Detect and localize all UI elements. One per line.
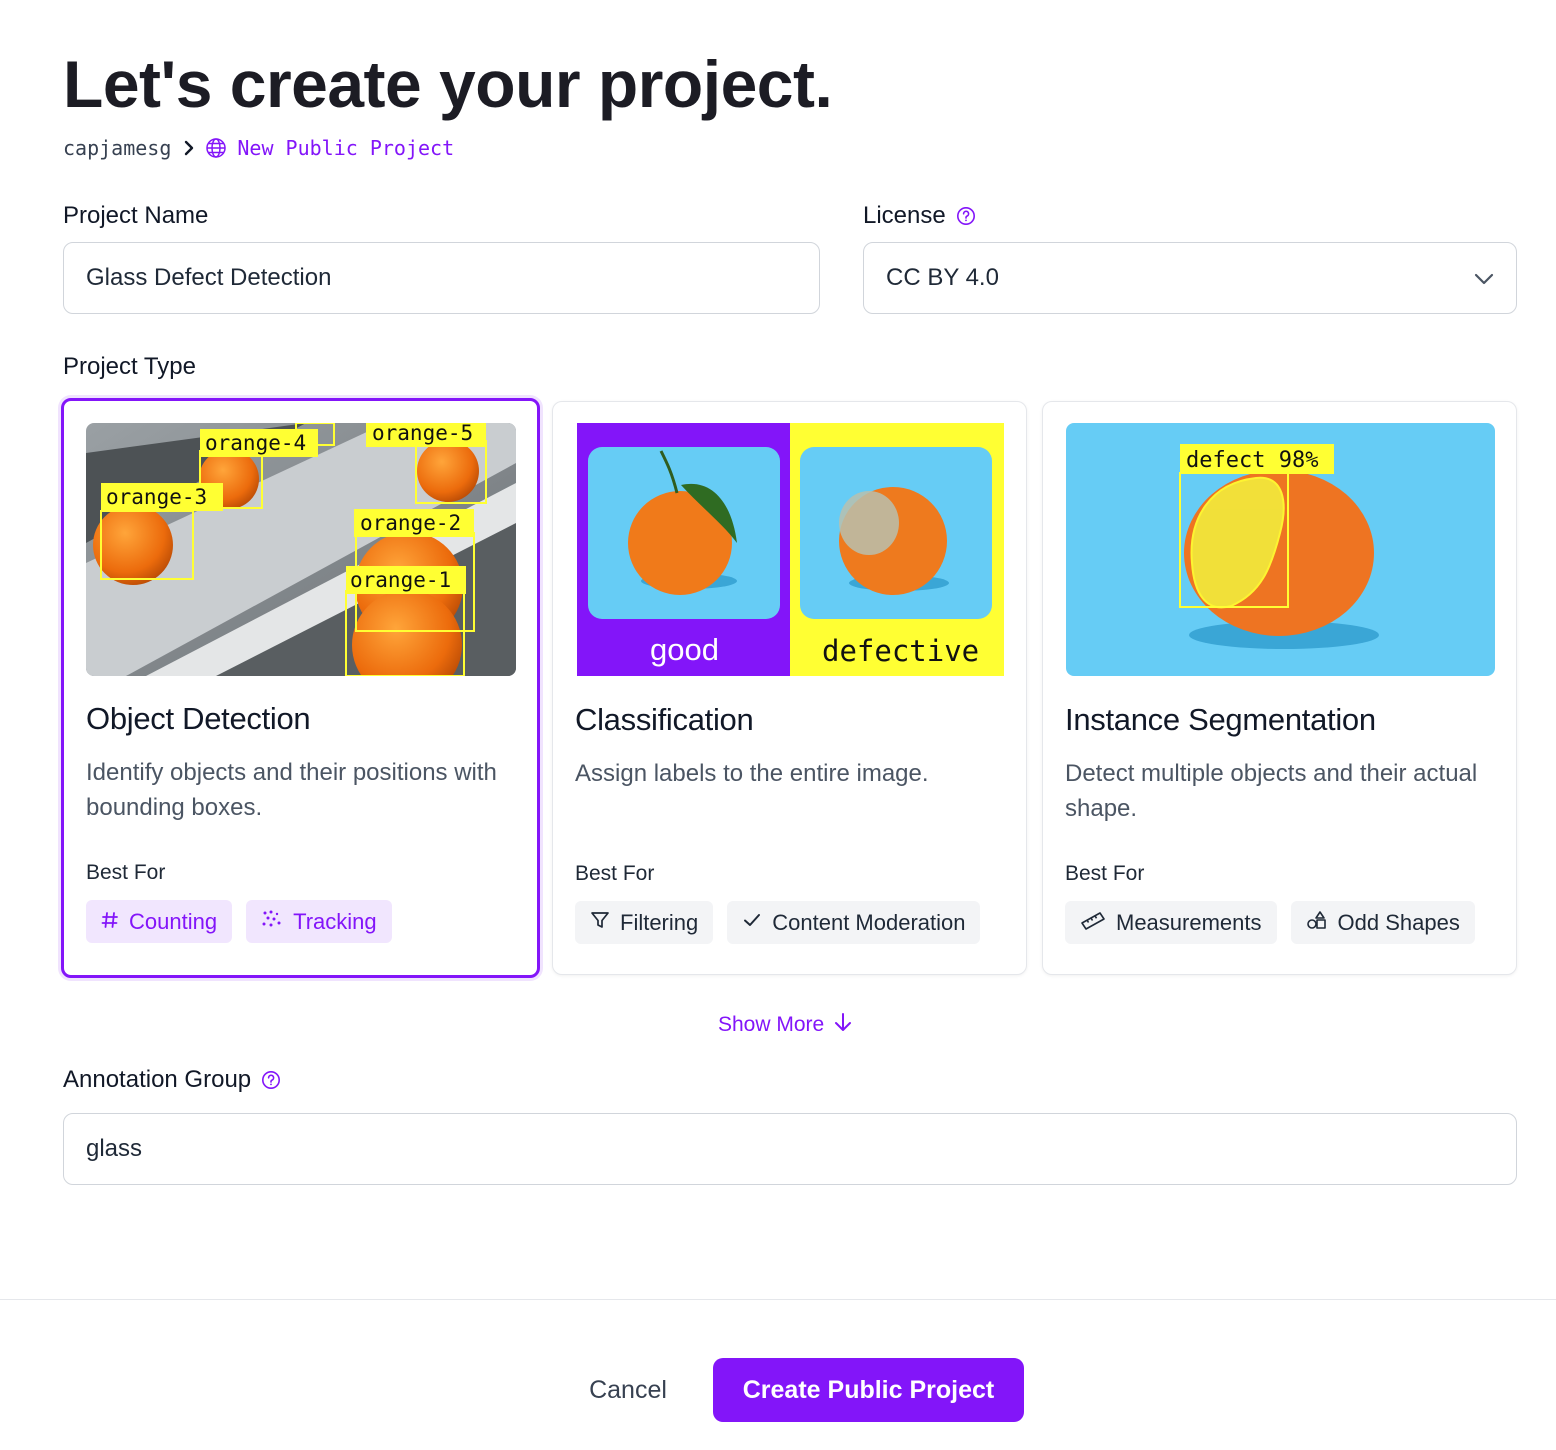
shapes-icon <box>1306 910 1328 936</box>
project-name-value: Glass Defect Detection <box>86 264 332 291</box>
create-public-project-button[interactable]: Create Public Project <box>713 1358 1024 1422</box>
image-label-orange-2: orange-2 <box>360 511 461 535</box>
annotation-group-label-text: Annotation Group <box>63 1066 252 1093</box>
instance-segmentation-preview-image: defect 98% <box>1066 423 1495 676</box>
class-label-defective: defective <box>822 634 979 668</box>
project-type-card-object-detection[interactable]: orange-3 orange-4 orange-5 orange-2 oran… <box>61 398 540 978</box>
project-type-label-text: Project Type <box>63 353 196 380</box>
globe-icon <box>205 137 227 159</box>
sparkle-dots-icon <box>261 909 283 935</box>
tag-measurements: Measurements <box>1065 901 1277 944</box>
cancel-button[interactable]: Cancel <box>568 1359 688 1421</box>
page-title: Let's create your project. <box>63 47 833 121</box>
best-for-tags: Counting Tracking <box>86 900 392 943</box>
tag-label: Counting <box>129 908 218 934</box>
breadcrumb-project: New Public Project <box>237 136 455 160</box>
help-circle-icon[interactable] <box>261 1070 281 1090</box>
segmentation-label-defect: defect 98% <box>1186 448 1318 473</box>
license-value: CC BY 4.0 <box>886 264 999 291</box>
object-detection-preview-image: orange-3 orange-4 orange-5 orange-2 oran… <box>86 423 516 676</box>
card-title: Object Detection <box>86 701 311 736</box>
card-description: Identify objects and their positions wit… <box>86 759 497 821</box>
show-more-button[interactable]: Show More <box>718 1012 852 1038</box>
tag-label: Filtering <box>620 909 699 935</box>
breadcrumb-owner[interactable]: capjamesg <box>63 136 171 160</box>
tag-filtering: Filtering <box>575 901 714 944</box>
license-select[interactable]: CC BY 4.0 <box>863 242 1517 314</box>
project-name-label-text: Project Name <box>63 202 209 229</box>
best-for-tags: Filtering Content Moderation <box>575 901 981 944</box>
tag-content-moderation: Content Moderation <box>727 901 981 944</box>
best-for-label: Best For <box>575 862 655 885</box>
hash-icon <box>101 909 119 935</box>
annotation-group-label: Annotation Group <box>63 1066 281 1094</box>
funnel-icon <box>590 910 610 936</box>
annotation-group-value: glass <box>86 1135 143 1162</box>
tag-counting: Counting <box>86 900 233 943</box>
best-for-label: Best For <box>86 861 166 884</box>
license-label: License <box>863 202 976 230</box>
card-description: Detect multiple objects and their actual… <box>1065 760 1478 822</box>
image-label-orange-1: orange-1 <box>350 568 451 592</box>
class-label-good: good <box>650 632 719 667</box>
image-label-orange-5: orange-5 <box>372 423 473 445</box>
help-circle-icon[interactable] <box>956 206 976 226</box>
arrow-down-icon <box>834 1012 852 1038</box>
image-label-orange-4: orange-4 <box>205 431 306 455</box>
card-title: Instance Segmentation <box>1065 702 1376 737</box>
project-name-input[interactable]: Glass Defect Detection <box>63 242 820 314</box>
tag-tracking: Tracking <box>246 900 392 943</box>
card-title: Classification <box>575 702 754 737</box>
project-name-label: Project Name <box>63 202 208 230</box>
license-label-text: License <box>863 202 946 229</box>
ruler-icon <box>1080 910 1106 936</box>
classification-preview-image: good defective <box>577 423 1004 676</box>
annotation-group-input[interactable]: glass <box>63 1113 1517 1185</box>
project-type-card-instance-segmentation[interactable]: defect 98% Instance Segmentation Detect … <box>1042 401 1517 975</box>
show-more-label: Show More <box>718 1013 825 1036</box>
image-label-orange-3: orange-3 <box>106 485 207 509</box>
tag-odd-shapes: Odd Shapes <box>1290 901 1475 944</box>
breadcrumb: capjamesg New Public Project <box>63 136 454 160</box>
best-for-tags: Measurements Odd Shapes <box>1065 901 1475 944</box>
tag-label: Measurements <box>1116 909 1262 935</box>
best-for-label: Best For <box>1065 862 1145 885</box>
tag-label: Content Moderation <box>772 909 966 935</box>
tag-label: Odd Shapes <box>1337 909 1460 935</box>
footer-divider <box>0 1299 1556 1300</box>
chevron-right-icon <box>183 140 195 156</box>
chevron-down-icon <box>1474 264 1494 292</box>
tag-label: Tracking <box>293 908 377 934</box>
check-icon <box>742 910 762 936</box>
project-type-label: Project Type <box>63 353 196 381</box>
card-description: Assign labels to the entire image. <box>575 760 929 787</box>
project-type-card-classification[interactable]: good defective Classification Assign lab… <box>552 401 1027 975</box>
